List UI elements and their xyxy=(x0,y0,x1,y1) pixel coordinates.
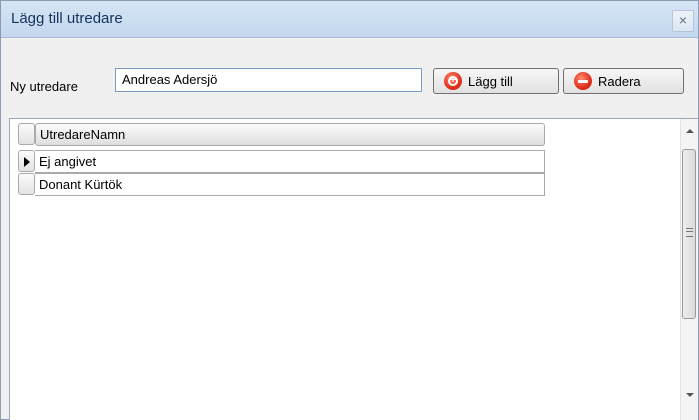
current-row-arrow-icon xyxy=(24,157,30,167)
row-header[interactable] xyxy=(18,173,35,195)
column-header-utredarenamn[interactable]: UtredareNamn xyxy=(35,123,545,146)
new-investigator-input[interactable] xyxy=(115,68,422,92)
window-title: Lägg till utredare xyxy=(11,10,123,27)
toolbar: Ny utredare + Lägg till Radera xyxy=(1,38,698,116)
table-cell[interactable]: Donant Kürtök xyxy=(35,173,545,196)
scroll-thumb[interactable] xyxy=(682,149,696,319)
scroll-grip-icon xyxy=(686,228,693,237)
delete-button-label: Radera xyxy=(598,73,641,89)
delete-button[interactable]: Radera xyxy=(563,68,684,94)
add-button[interactable]: + Lägg till xyxy=(433,68,559,94)
title-bar[interactable]: Lägg till utredare × xyxy=(1,1,698,38)
add-button-label: Lägg till xyxy=(468,73,513,89)
investigator-grid[interactable]: UtredareNamn Ej angivet Donant Kürtök xyxy=(9,118,698,420)
close-button[interactable]: × xyxy=(672,10,694,32)
row-header[interactable] xyxy=(18,150,35,172)
table-cell[interactable]: Ej angivet xyxy=(35,150,545,173)
scroll-down-icon[interactable] xyxy=(686,393,694,397)
dialog-window: Lägg till utredare × Ny utredare + Lägg … xyxy=(0,0,699,420)
select-all-header[interactable] xyxy=(18,123,35,145)
vertical-scrollbar[interactable] xyxy=(680,119,698,420)
plus-circle-icon: + xyxy=(444,72,462,90)
scroll-up-icon[interactable] xyxy=(686,129,694,133)
new-investigator-label: Ny utredare xyxy=(10,79,78,94)
minus-circle-icon xyxy=(574,72,592,90)
